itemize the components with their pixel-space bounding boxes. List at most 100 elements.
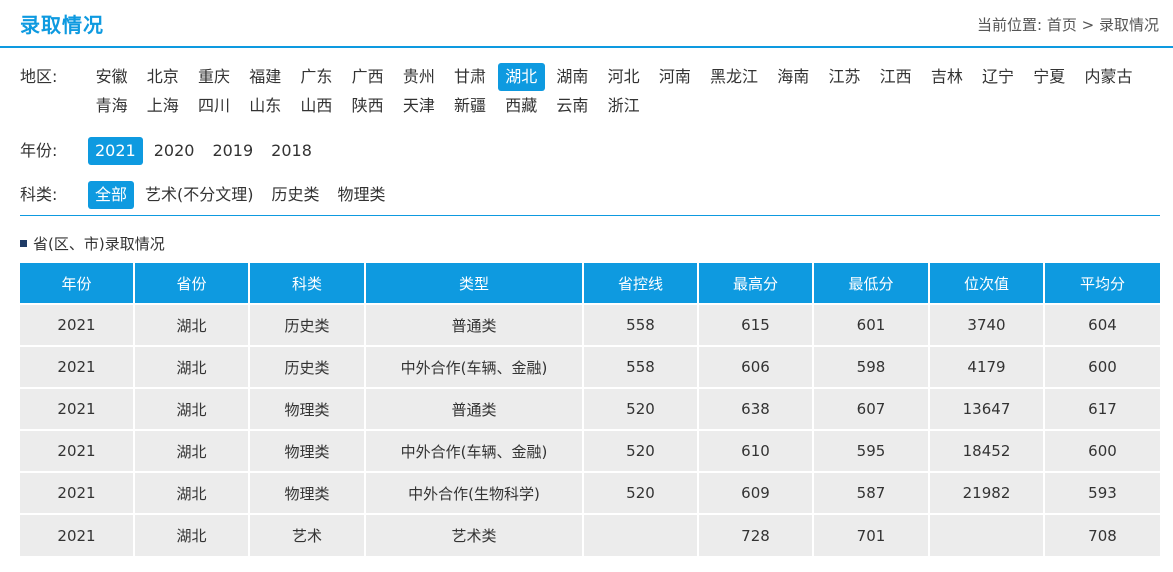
table-row: 2021 湖北 物理类 中外合作(生物科学) 520 609 587 21982 593: [20, 471, 1160, 514]
table-cell: 2021: [20, 303, 135, 346]
column-header: 年份: [20, 263, 135, 304]
table-cell: 湖北: [134, 429, 250, 472]
table-row: 2021 湖北 历史类 普通类 558 615 601 3740 604: [20, 303, 1160, 346]
table-cell: 18452: [929, 429, 1045, 472]
region-option[interactable]: 黑龙江: [702, 63, 765, 91]
region-option[interactable]: 西藏: [498, 92, 545, 120]
column-header: 平均分: [1044, 263, 1160, 304]
region-option[interactable]: 宁夏: [1026, 63, 1073, 91]
column-header: 省份: [134, 263, 250, 304]
region-option[interactable]: 天津: [395, 92, 442, 120]
divider: [20, 215, 1160, 216]
breadcrumb: 当前位置: 首页 > 录取情况: [977, 14, 1159, 35]
region-option[interactable]: 甘肃: [446, 63, 493, 91]
table-cell: 物理类: [249, 387, 366, 430]
table-cell: 中外合作(生物科学): [365, 471, 584, 514]
region-option[interactable]: 吉林: [923, 63, 970, 91]
table-cell: 13647: [929, 387, 1045, 430]
column-header: 科类: [249, 263, 366, 304]
region-option[interactable]: 重庆: [190, 63, 237, 91]
table-cell: 中外合作(车辆、金融): [365, 429, 584, 472]
table-cell: 598: [813, 345, 930, 388]
region-option[interactable]: 内蒙古: [1077, 63, 1140, 91]
year-label: 年份:: [20, 141, 58, 160]
region-option[interactable]: 广东: [293, 63, 340, 91]
table-cell: 587: [813, 471, 930, 514]
year-option[interactable]: 2021: [88, 137, 143, 165]
year-option[interactable]: 2020: [147, 137, 202, 165]
column-header: 最低分: [813, 263, 930, 304]
subject-chip-list: 全部 艺术(不分文理) 历史类 物理类: [88, 181, 1168, 210]
table-row: 2021 湖北 物理类 中外合作(车辆、金融) 520 610 595 18452 600: [20, 429, 1160, 472]
table-cell: 2021: [20, 387, 135, 430]
region-label: 地区:: [20, 67, 58, 86]
table-cell: 593: [1044, 471, 1160, 514]
column-header: 最高分: [698, 263, 814, 304]
region-option[interactable]: 陕西: [344, 92, 391, 120]
subject-option[interactable]: 历史类: [265, 181, 327, 209]
table-cell: 558: [583, 303, 699, 346]
region-option[interactable]: 辽宁: [974, 63, 1021, 91]
table-cell: [929, 513, 1045, 556]
table-cell: 湖北: [134, 387, 250, 430]
page-header: 录取情况 当前位置: 首页 > 录取情况: [0, 0, 1173, 48]
breadcrumb-current: 录取情况: [1098, 16, 1159, 34]
region-option[interactable]: 湖南: [549, 63, 596, 91]
subject-option[interactable]: 全部: [88, 181, 135, 209]
region-option[interactable]: 海南: [770, 63, 817, 91]
table-cell: 558: [583, 345, 699, 388]
table-cell: 21982: [929, 471, 1045, 514]
region-option[interactable]: 湖北: [497, 63, 545, 91]
table-row: 2021 湖北 物理类 普通类 520 638 607 13647 617: [20, 387, 1160, 430]
breadcrumb-home-link[interactable]: 首页: [1047, 16, 1077, 34]
table-cell: 701: [813, 513, 930, 556]
column-header: 类型: [365, 263, 584, 304]
table-cell: 609: [698, 471, 814, 514]
region-option[interactable]: 浙江: [600, 92, 647, 120]
table-cell: 520: [583, 387, 699, 430]
region-option[interactable]: 云南: [549, 92, 596, 120]
table-cell: 物理类: [249, 471, 366, 514]
table-cell: 艺术: [249, 513, 366, 556]
table-cell: 601: [813, 303, 930, 346]
table-cell: 3740: [929, 303, 1045, 346]
region-option[interactable]: 青海: [88, 92, 135, 120]
table-cell: 610: [698, 429, 814, 472]
table-cell: 历史类: [249, 303, 366, 346]
table-cell: 708: [1044, 513, 1160, 556]
table-cell: 历史类: [249, 345, 366, 388]
year-option[interactable]: 2018: [264, 137, 319, 165]
subject-option[interactable]: 艺术(不分文理): [138, 181, 261, 209]
table-row: 2021 湖北 历史类 中外合作(车辆、金融) 558 606 598 4179 600: [20, 345, 1160, 388]
breadcrumb-prefix: 当前位置:: [976, 16, 1043, 34]
region-option[interactable]: 贵州: [395, 63, 442, 91]
table-cell: 2021: [20, 471, 135, 514]
table-cell: 520: [583, 429, 699, 472]
year-option[interactable]: 2019: [205, 137, 260, 165]
region-option[interactable]: 山东: [242, 92, 289, 120]
region-option[interactable]: 广西: [344, 63, 391, 91]
region-option[interactable]: 河南: [651, 63, 698, 91]
region-option[interactable]: 北京: [139, 63, 186, 91]
column-header: 省控线: [583, 263, 699, 304]
region-option[interactable]: 河北: [600, 63, 647, 91]
region-option[interactable]: 新疆: [446, 92, 493, 120]
table-cell: 中外合作(车辆、金融): [365, 345, 584, 388]
region-option[interactable]: 山西: [293, 92, 340, 120]
region-option[interactable]: 安徽: [88, 63, 135, 91]
table-cell: 普通类: [365, 303, 584, 346]
region-option[interactable]: 福建: [242, 63, 289, 91]
region-option[interactable]: 上海: [139, 92, 186, 120]
table-cell: 普通类: [365, 387, 584, 430]
subject-option[interactable]: 物理类: [331, 181, 393, 209]
table-cell: 595: [813, 429, 930, 472]
table-cell: 615: [698, 303, 814, 346]
table-cell: 湖北: [134, 513, 250, 556]
region-option[interactable]: 江苏: [821, 63, 868, 91]
region-option[interactable]: 江西: [872, 63, 919, 91]
region-option[interactable]: 四川: [190, 92, 237, 120]
table-cell: [583, 513, 699, 556]
square-bullet-icon: [20, 240, 27, 247]
table-cell: 520: [583, 471, 699, 514]
table-cell: 4179: [929, 345, 1045, 388]
